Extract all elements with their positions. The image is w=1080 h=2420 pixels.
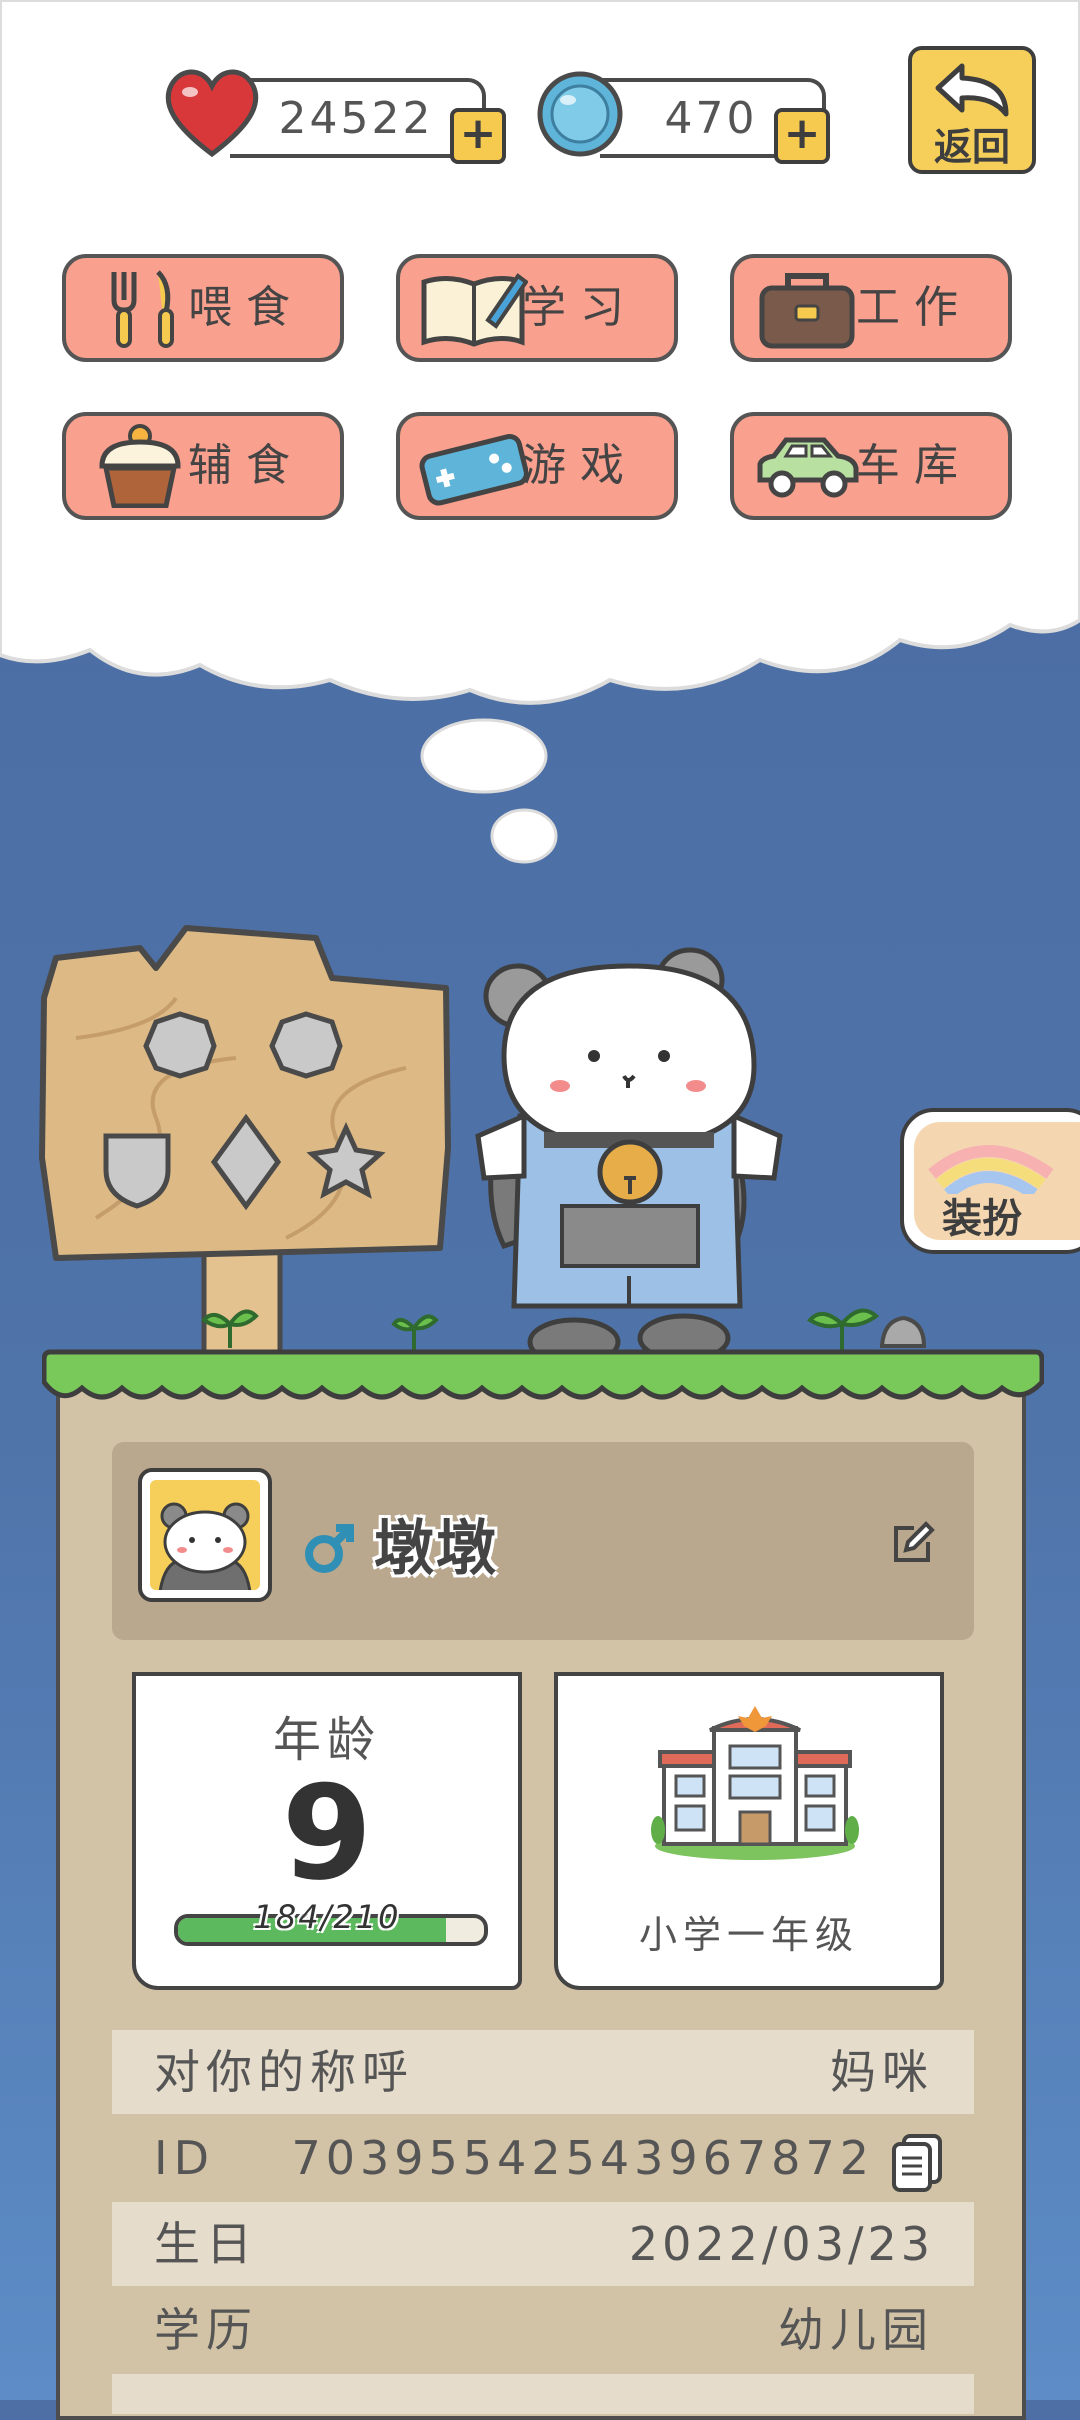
birthday-value: 2022/03/23 — [628, 2217, 934, 2271]
sprout-icon — [391, 1314, 439, 1350]
birthday-key: 生日 — [154, 2217, 258, 2271]
feed-label: 喂食 — [188, 282, 304, 333]
snack-label: 辅食 — [188, 440, 304, 491]
id-value: 70395542543967872 — [291, 2131, 874, 2185]
edit-icon[interactable] — [888, 1520, 936, 1568]
education-value: 幼儿园 — [778, 2303, 934, 2357]
school-building-icon — [651, 1706, 859, 1860]
hexagon-badge-icon — [143, 1011, 217, 1079]
flower-badge-icon — [269, 1011, 343, 1079]
work-label: 工作 — [856, 282, 972, 333]
sprout-icon — [201, 1309, 259, 1348]
school-card[interactable]: 小学一年级 — [554, 1672, 944, 1990]
study-button[interactable]: 学习 — [396, 254, 678, 362]
feed-button[interactable]: 喂食 — [62, 254, 344, 362]
coins-value: 470 — [664, 92, 758, 144]
school-grade: 小学一年级 — [638, 1913, 859, 1957]
snack-button[interactable]: 辅食 — [62, 412, 344, 520]
age-progress-text: 184/210 — [253, 1898, 401, 1936]
coin-icon — [537, 71, 623, 157]
game-label: 游戏 — [522, 440, 638, 491]
add-hearts-button[interactable]: + — [450, 108, 506, 164]
male-icon — [305, 1524, 354, 1573]
next-row-partial — [112, 2374, 974, 2414]
panda-avatar-icon — [158, 1502, 252, 1590]
achievement-sign[interactable] — [36, 918, 456, 1358]
heart-icon — [165, 69, 259, 158]
name-bar: 墩墩 — [112, 1442, 974, 1640]
education-row: 学历 幼儿园 — [112, 2288, 974, 2372]
pet-name: 墩墩 — [374, 1514, 498, 1584]
sprout-icon — [806, 1308, 880, 1350]
garage-label: 车库 — [856, 440, 972, 491]
id-row: ID 70395542543967872 — [112, 2116, 974, 2200]
hearts-value: 24522 — [278, 92, 434, 144]
education-key: 学历 — [154, 2303, 258, 2357]
avatar[interactable] — [138, 1468, 272, 1602]
grass-strip — [42, 1349, 1044, 1400]
copy-icon[interactable] — [890, 2132, 944, 2194]
profile-card: 墩墩 年龄 9 184/210 小学一年级 对你的称呼 妈咪 ID 703955… — [42, 1349, 1044, 2420]
age-value: 9 — [281, 1757, 373, 1909]
game-button[interactable]: 游戏 — [396, 412, 678, 520]
cupcake-icon — [99, 424, 181, 508]
briefcase-icon — [759, 273, 855, 349]
birthday-row: 生日 2022/03/23 — [112, 2202, 974, 2286]
nickname-value: 妈咪 — [830, 2045, 934, 2099]
rainbow-icon — [928, 1145, 1054, 1194]
work-button[interactable]: 工作 — [730, 254, 1012, 362]
fork-knife-icon — [111, 270, 174, 348]
shield-badge-icon — [103, 1133, 171, 1209]
garage-button[interactable]: 车库 — [730, 412, 1012, 520]
hearts-counter: 24522 — [230, 78, 486, 158]
add-coins-button[interactable]: + — [774, 108, 830, 164]
car-icon — [757, 437, 859, 498]
dress-up-button[interactable]: 装扮 — [900, 1108, 1080, 1254]
gamepad-icon — [419, 433, 528, 506]
back-button[interactable]: 返回 — [908, 46, 1036, 174]
id-key: ID — [154, 2131, 215, 2185]
book-icon — [421, 273, 528, 347]
back-label: 返回 — [933, 125, 1010, 169]
pebble-icon — [879, 1315, 927, 1348]
back-arrow-icon — [935, 63, 1009, 117]
nickname-row: 对你的称呼 妈咪 — [112, 2030, 974, 2114]
age-card: 年龄 9 184/210 — [132, 1672, 522, 1990]
dress-up-label: 装扮 — [942, 1196, 1022, 1242]
panda-character[interactable] — [464, 946, 794, 1366]
study-label: 学习 — [522, 282, 638, 333]
thought-bubbles — [420, 718, 558, 864]
nickname-key: 对你的称呼 — [154, 2045, 414, 2099]
